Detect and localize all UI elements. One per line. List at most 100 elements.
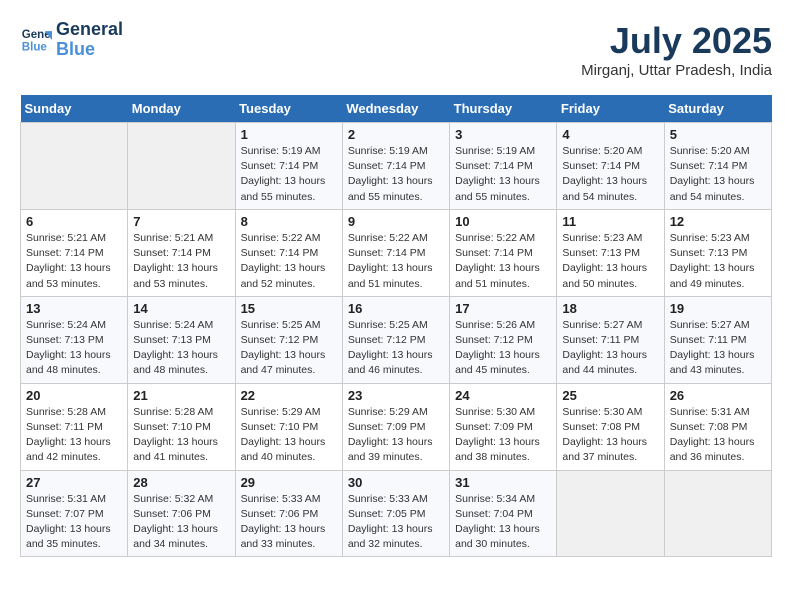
day-number: 18 bbox=[562, 301, 658, 316]
logo-text-blue: Blue bbox=[56, 40, 123, 60]
day-number: 10 bbox=[455, 214, 551, 229]
calendar-cell: 21 Sunrise: 5:28 AM Sunset: 7:10 PM Dayli… bbox=[128, 383, 235, 470]
day-detail: Sunrise: 5:20 AM Sunset: 7:14 PM Dayligh… bbox=[670, 144, 766, 205]
day-number: 2 bbox=[348, 127, 444, 142]
calendar-week-3: 13 Sunrise: 5:24 AM Sunset: 7:13 PM Dayli… bbox=[21, 296, 772, 383]
calendar-cell: 11 Sunrise: 5:23 AM Sunset: 7:13 PM Dayli… bbox=[557, 209, 664, 296]
day-detail: Sunrise: 5:19 AM Sunset: 7:14 PM Dayligh… bbox=[348, 144, 444, 205]
day-number: 25 bbox=[562, 388, 658, 403]
day-number: 28 bbox=[133, 475, 229, 490]
day-number: 5 bbox=[670, 127, 766, 142]
calendar-cell: 31 Sunrise: 5:34 AM Sunset: 7:04 PM Dayli… bbox=[450, 470, 557, 557]
day-number: 16 bbox=[348, 301, 444, 316]
weekday-header-row: SundayMondayTuesdayWednesdayThursdayFrid… bbox=[21, 95, 772, 123]
day-detail: Sunrise: 5:21 AM Sunset: 7:14 PM Dayligh… bbox=[26, 231, 122, 292]
title-block: July 2025 Mirganj, Uttar Pradesh, India bbox=[581, 20, 772, 79]
calendar-cell: 12 Sunrise: 5:23 AM Sunset: 7:13 PM Dayli… bbox=[664, 209, 771, 296]
day-detail: Sunrise: 5:22 AM Sunset: 7:14 PM Dayligh… bbox=[348, 231, 444, 292]
calendar-cell: 20Sunrise: 5:28 AM Sunset: 7:11 PM Dayli… bbox=[21, 383, 128, 470]
day-number: 6 bbox=[26, 214, 122, 229]
day-number: 3 bbox=[455, 127, 551, 142]
weekday-header-thursday: Thursday bbox=[450, 95, 557, 123]
logo-text-general: General bbox=[56, 20, 123, 40]
calendar-cell: 18 Sunrise: 5:27 AM Sunset: 7:11 PM Dayli… bbox=[557, 296, 664, 383]
calendar-week-5: 27Sunrise: 5:31 AM Sunset: 7:07 PM Dayli… bbox=[21, 470, 772, 557]
day-number: 19 bbox=[670, 301, 766, 316]
day-detail: Sunrise: 5:30 AM Sunset: 7:09 PM Dayligh… bbox=[455, 405, 551, 466]
calendar-cell: 24 Sunrise: 5:30 AM Sunset: 7:09 PM Dayli… bbox=[450, 383, 557, 470]
calendar-cell bbox=[664, 470, 771, 557]
calendar-cell: 28 Sunrise: 5:32 AM Sunset: 7:06 PM Dayli… bbox=[128, 470, 235, 557]
calendar-cell: 5 Sunrise: 5:20 AM Sunset: 7:14 PM Daylig… bbox=[664, 123, 771, 210]
calendar-cell bbox=[128, 123, 235, 210]
day-detail: Sunrise: 5:27 AM Sunset: 7:11 PM Dayligh… bbox=[562, 318, 658, 379]
calendar-cell: 1Sunrise: 5:19 AM Sunset: 7:14 PM Daylig… bbox=[235, 123, 342, 210]
day-detail: Sunrise: 5:29 AM Sunset: 7:09 PM Dayligh… bbox=[348, 405, 444, 466]
calendar-cell: 15 Sunrise: 5:25 AM Sunset: 7:12 PM Dayli… bbox=[235, 296, 342, 383]
day-number: 29 bbox=[241, 475, 337, 490]
day-number: 31 bbox=[455, 475, 551, 490]
calendar-cell: 14 Sunrise: 5:24 AM Sunset: 7:13 PM Dayli… bbox=[128, 296, 235, 383]
calendar-cell: 9Sunrise: 5:22 AM Sunset: 7:14 PM Daylig… bbox=[342, 209, 449, 296]
day-detail: Sunrise: 5:25 AM Sunset: 7:12 PM Dayligh… bbox=[241, 318, 337, 379]
calendar-cell: 19 Sunrise: 5:27 AM Sunset: 7:11 PM Dayli… bbox=[664, 296, 771, 383]
day-number: 8 bbox=[241, 214, 337, 229]
day-number: 27 bbox=[26, 475, 122, 490]
day-detail: Sunrise: 5:32 AM Sunset: 7:06 PM Dayligh… bbox=[133, 492, 229, 553]
calendar-cell bbox=[21, 123, 128, 210]
day-detail: Sunrise: 5:20 AM Sunset: 7:14 PM Dayligh… bbox=[562, 144, 658, 205]
day-detail: Sunrise: 5:28 AM Sunset: 7:11 PM Dayligh… bbox=[26, 405, 122, 466]
day-number: 24 bbox=[455, 388, 551, 403]
day-detail: Sunrise: 5:27 AM Sunset: 7:11 PM Dayligh… bbox=[670, 318, 766, 379]
day-detail: Sunrise: 5:21 AM Sunset: 7:14 PM Dayligh… bbox=[133, 231, 229, 292]
calendar-cell: 29Sunrise: 5:33 AM Sunset: 7:06 PM Dayli… bbox=[235, 470, 342, 557]
svg-text:Blue: Blue bbox=[22, 41, 48, 53]
day-number: 15 bbox=[241, 301, 337, 316]
calendar-cell: 26 Sunrise: 5:31 AM Sunset: 7:08 PM Dayli… bbox=[664, 383, 771, 470]
calendar-cell: 2 Sunrise: 5:19 AM Sunset: 7:14 PM Daylig… bbox=[342, 123, 449, 210]
page-header: General Blue General Blue July 2025 Mirg… bbox=[20, 20, 772, 79]
day-number: 13 bbox=[26, 301, 122, 316]
calendar-cell: 4 Sunrise: 5:20 AM Sunset: 7:14 PM Daylig… bbox=[557, 123, 664, 210]
day-detail: Sunrise: 5:31 AM Sunset: 7:08 PM Dayligh… bbox=[670, 405, 766, 466]
day-number: 21 bbox=[133, 388, 229, 403]
day-detail: Sunrise: 5:25 AM Sunset: 7:12 PM Dayligh… bbox=[348, 318, 444, 379]
weekday-header-sunday: Sunday bbox=[21, 95, 128, 123]
day-detail: Sunrise: 5:19 AM Sunset: 7:14 PM Dayligh… bbox=[455, 144, 551, 205]
calendar-cell: 7Sunrise: 5:21 AM Sunset: 7:14 PM Daylig… bbox=[128, 209, 235, 296]
weekday-header-saturday: Saturday bbox=[664, 95, 771, 123]
day-number: 12 bbox=[670, 214, 766, 229]
day-number: 4 bbox=[562, 127, 658, 142]
day-number: 30 bbox=[348, 475, 444, 490]
logo-icon: General Blue bbox=[20, 24, 52, 56]
weekday-header-friday: Friday bbox=[557, 95, 664, 123]
calendar-cell: 3 Sunrise: 5:19 AM Sunset: 7:14 PM Daylig… bbox=[450, 123, 557, 210]
svg-text:General: General bbox=[22, 29, 52, 41]
day-number: 22 bbox=[241, 388, 337, 403]
calendar-cell: 25 Sunrise: 5:30 AM Sunset: 7:08 PM Dayli… bbox=[557, 383, 664, 470]
calendar-cell: 16 Sunrise: 5:25 AM Sunset: 7:12 PM Dayli… bbox=[342, 296, 449, 383]
day-detail: Sunrise: 5:23 AM Sunset: 7:13 PM Dayligh… bbox=[562, 231, 658, 292]
day-number: 14 bbox=[133, 301, 229, 316]
calendar-cell bbox=[557, 470, 664, 557]
weekday-header-monday: Monday bbox=[128, 95, 235, 123]
weekday-header-tuesday: Tuesday bbox=[235, 95, 342, 123]
day-detail: Sunrise: 5:22 AM Sunset: 7:14 PM Dayligh… bbox=[455, 231, 551, 292]
day-detail: Sunrise: 5:30 AM Sunset: 7:08 PM Dayligh… bbox=[562, 405, 658, 466]
calendar-week-1: 1Sunrise: 5:19 AM Sunset: 7:14 PM Daylig… bbox=[21, 123, 772, 210]
day-detail: Sunrise: 5:24 AM Sunset: 7:13 PM Dayligh… bbox=[133, 318, 229, 379]
calendar-cell: 27Sunrise: 5:31 AM Sunset: 7:07 PM Dayli… bbox=[21, 470, 128, 557]
day-detail: Sunrise: 5:28 AM Sunset: 7:10 PM Dayligh… bbox=[133, 405, 229, 466]
day-detail: Sunrise: 5:23 AM Sunset: 7:13 PM Dayligh… bbox=[670, 231, 766, 292]
calendar-cell: 6 Sunrise: 5:21 AM Sunset: 7:14 PM Daylig… bbox=[21, 209, 128, 296]
day-detail: Sunrise: 5:33 AM Sunset: 7:05 PM Dayligh… bbox=[348, 492, 444, 553]
calendar-cell: 10 Sunrise: 5:22 AM Sunset: 7:14 PM Dayli… bbox=[450, 209, 557, 296]
calendar-table: SundayMondayTuesdayWednesdayThursdayFrid… bbox=[20, 95, 772, 557]
day-detail: Sunrise: 5:34 AM Sunset: 7:04 PM Dayligh… bbox=[455, 492, 551, 553]
weekday-header-wednesday: Wednesday bbox=[342, 95, 449, 123]
day-number: 11 bbox=[562, 214, 658, 229]
day-detail: Sunrise: 5:26 AM Sunset: 7:12 PM Dayligh… bbox=[455, 318, 551, 379]
day-number: 26 bbox=[670, 388, 766, 403]
location-subtitle: Mirganj, Uttar Pradesh, India bbox=[581, 62, 772, 79]
day-detail: Sunrise: 5:22 AM Sunset: 7:14 PM Dayligh… bbox=[241, 231, 337, 292]
